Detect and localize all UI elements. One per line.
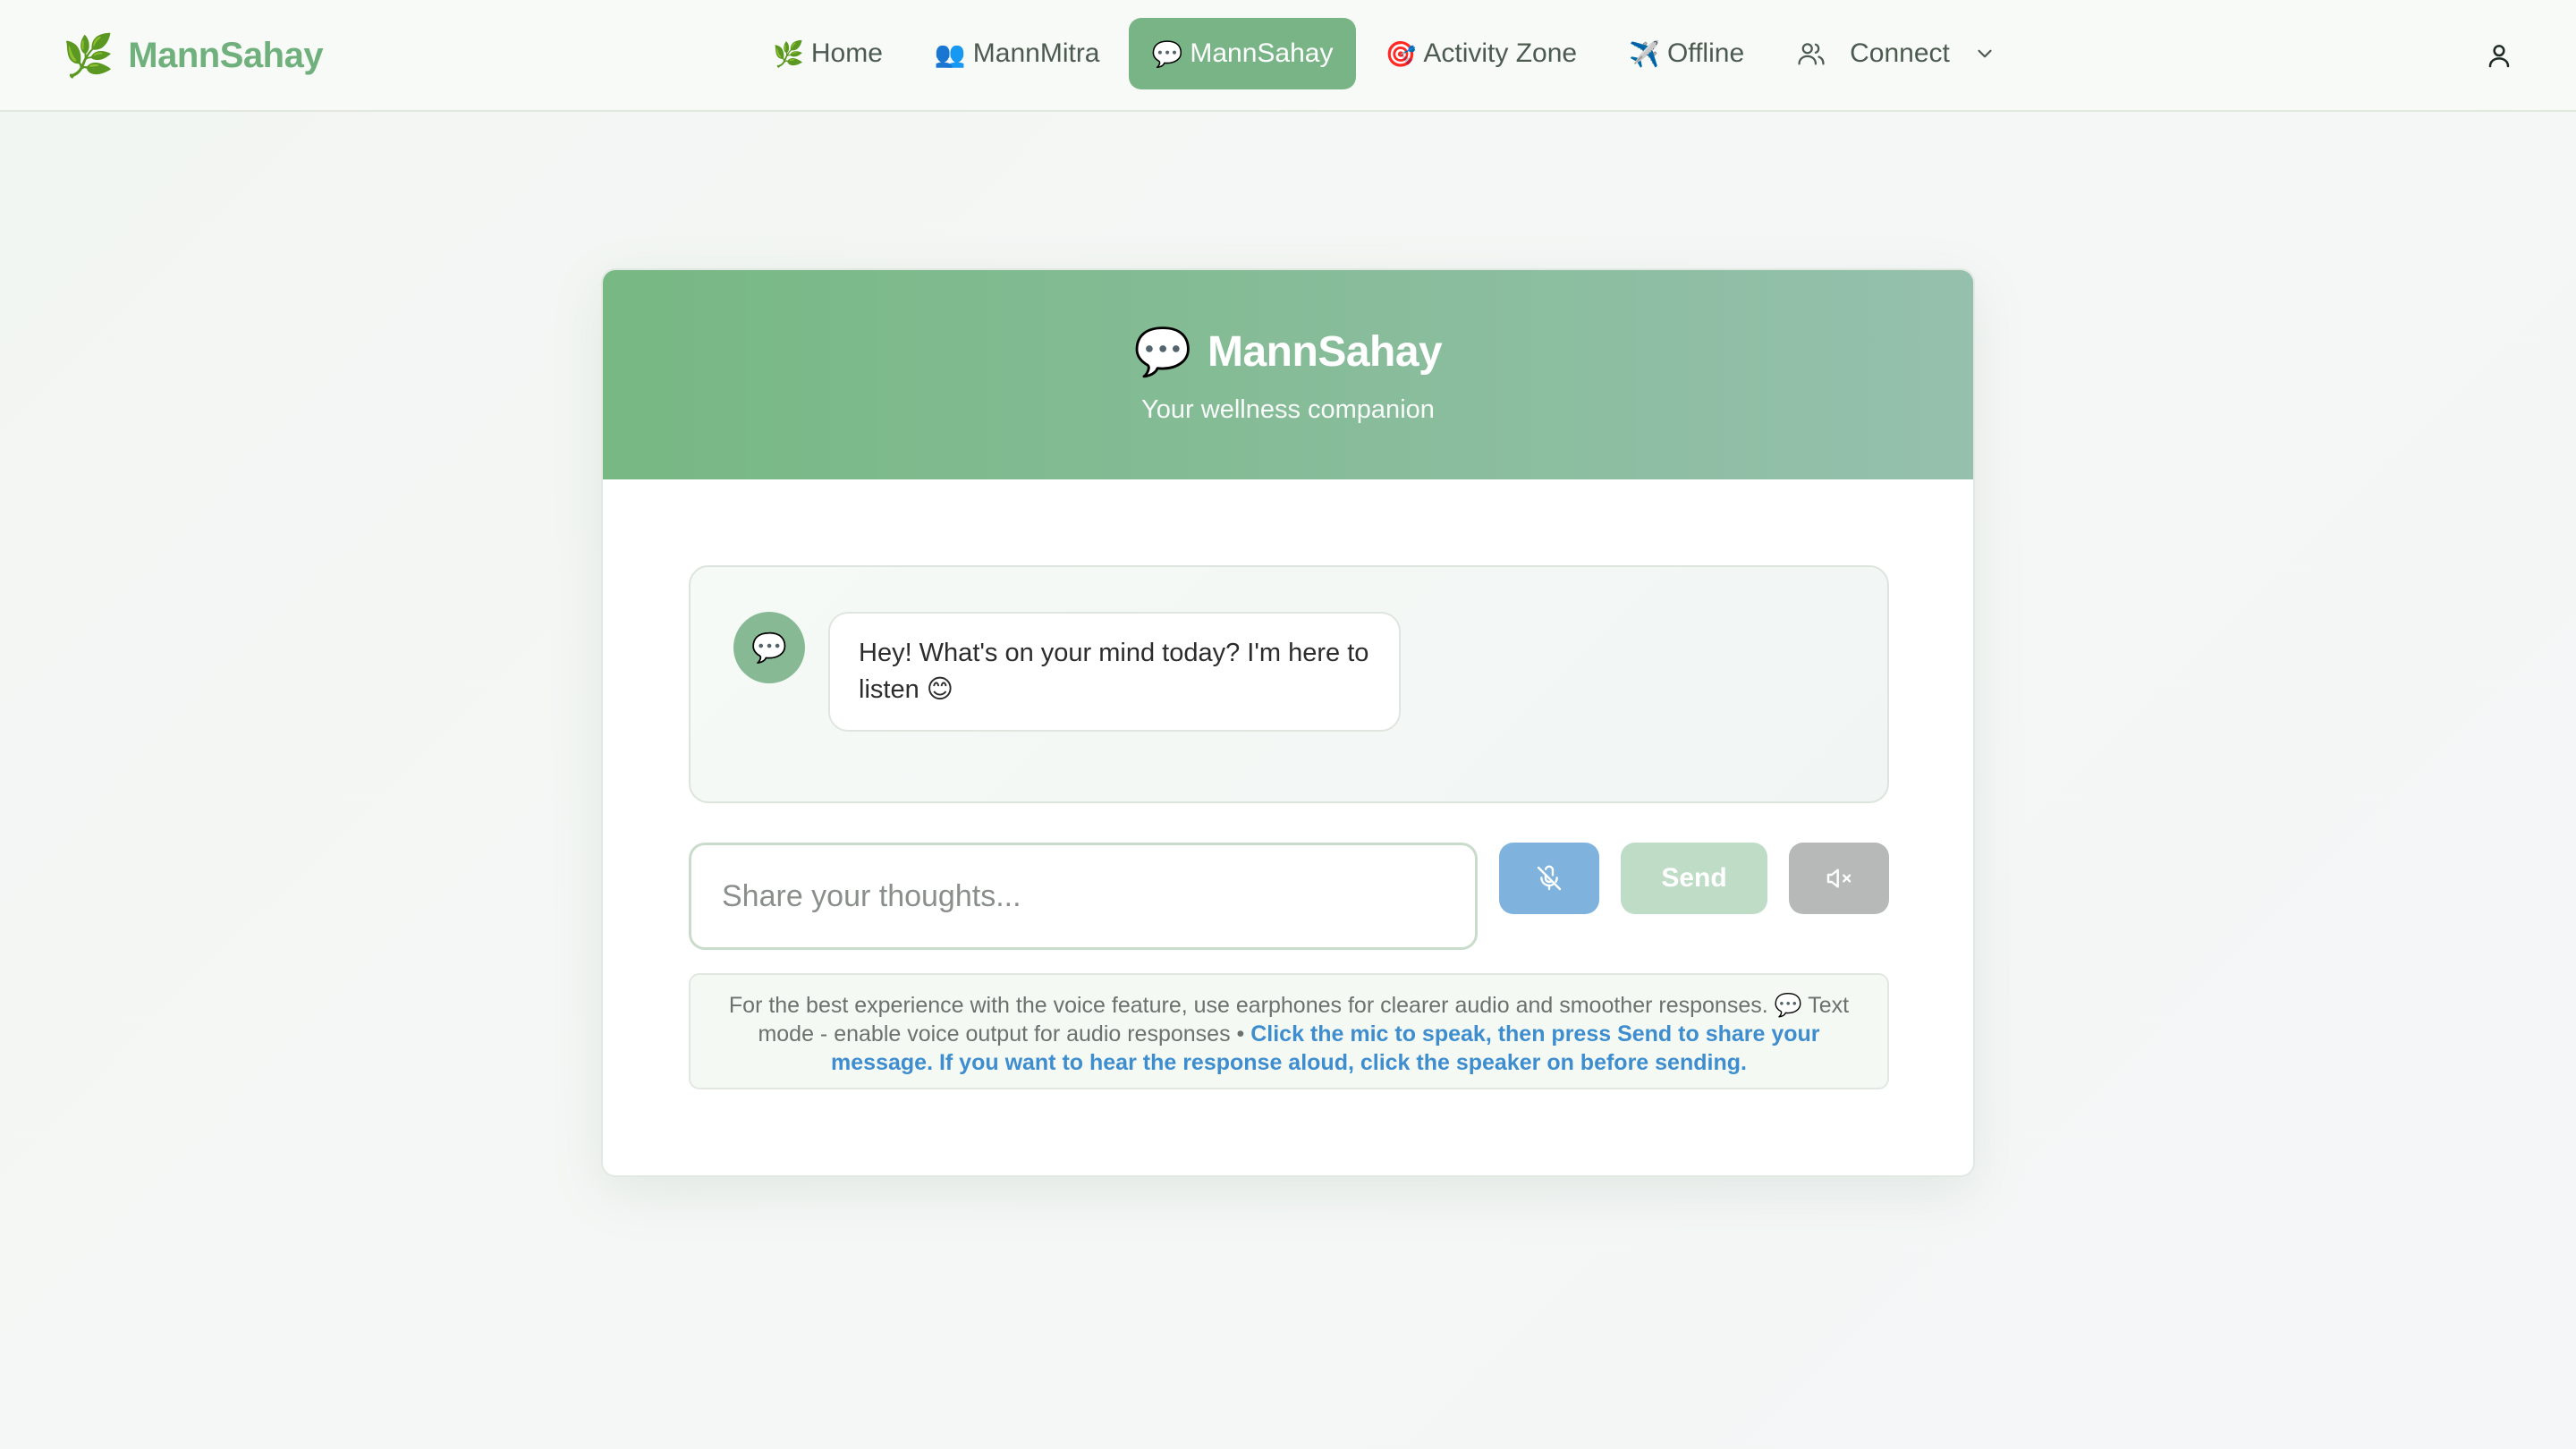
nav-item-label: MannMitra [972, 38, 1100, 68]
nav-item-home[interactable]: 🌿 Home [750, 18, 906, 89]
chat-card: 💬 MannSahay Your wellness companion 💬 He… [601, 268, 1975, 1177]
send-button[interactable]: Send [1621, 843, 1767, 914]
nav-item-label: Home [810, 38, 883, 68]
target-icon: 🎯 [1385, 39, 1417, 68]
speech-bubble-icon: 💬 [1151, 39, 1183, 68]
airplane-icon: ✈️ [1629, 39, 1660, 68]
nav-item-mannmitra[interactable]: 👥 MannMitra [911, 18, 1123, 89]
card-subtitle: Your wellness companion [1141, 395, 1435, 424]
nav-item-label: Activity Zone [1423, 38, 1578, 68]
speaker-muted-icon [1825, 864, 1853, 893]
nav-item-mannsahay[interactable]: 💬 MannSahay [1128, 18, 1357, 89]
card-title: 💬 MannSahay [1134, 325, 1443, 379]
nav-item-label: MannSahay [1190, 38, 1334, 68]
nav-item-connect-dropdown[interactable]: Connect [1773, 18, 2020, 89]
speaker-toggle-button[interactable] [1789, 843, 1889, 914]
mic-off-icon [1535, 864, 1563, 893]
card-title-text: MannSahay [1208, 328, 1443, 376]
speech-bubble-icon: 💬 [1133, 326, 1192, 378]
chevron-down-icon [1973, 42, 1996, 65]
card-header: 💬 MannSahay Your wellness companion [603, 270, 1973, 479]
brand-name: MannSahay [128, 35, 324, 75]
main-nav: 🌿 Home 👥 MannMitra 💬 MannSahay 🎯 Activit… [750, 18, 2020, 89]
user-profile-button[interactable] [2476, 32, 2522, 79]
message-input[interactable] [689, 843, 1478, 950]
leaf-icon: 🌿 [63, 32, 114, 79]
speech-bubble-icon: 💬 [751, 631, 787, 664]
people-icon: 👥 [934, 39, 966, 68]
nav-item-activity-zone[interactable]: 🎯 Activity Zone [1361, 18, 1600, 89]
chat-messages[interactable]: 💬 Hey! What's on your mind today? I'm he… [689, 565, 1889, 803]
mic-button[interactable] [1499, 843, 1599, 914]
composer: Send [689, 843, 1889, 950]
bot-avatar: 💬 [733, 612, 805, 683]
nav-item-offline[interactable]: ✈️ Offline [1606, 18, 1767, 89]
voice-hint-box: For the best experience with the voice f… [689, 973, 1889, 1089]
leaf-icon: 🌿 [773, 39, 804, 68]
users-icon [1796, 38, 1826, 69]
nav-item-label: Connect [1850, 38, 1950, 68]
brand-logo[interactable]: 🌿 MannSahay [63, 29, 324, 82]
nav-item-label: Offline [1666, 38, 1745, 68]
top-navbar: 🌿 MannSahay 🌿 Home 👥 MannMitra 💬 MannSah… [0, 0, 2576, 112]
user-icon [2485, 41, 2513, 70]
bot-message-bubble: Hey! What's on your mind today? I'm here… [828, 612, 1401, 732]
